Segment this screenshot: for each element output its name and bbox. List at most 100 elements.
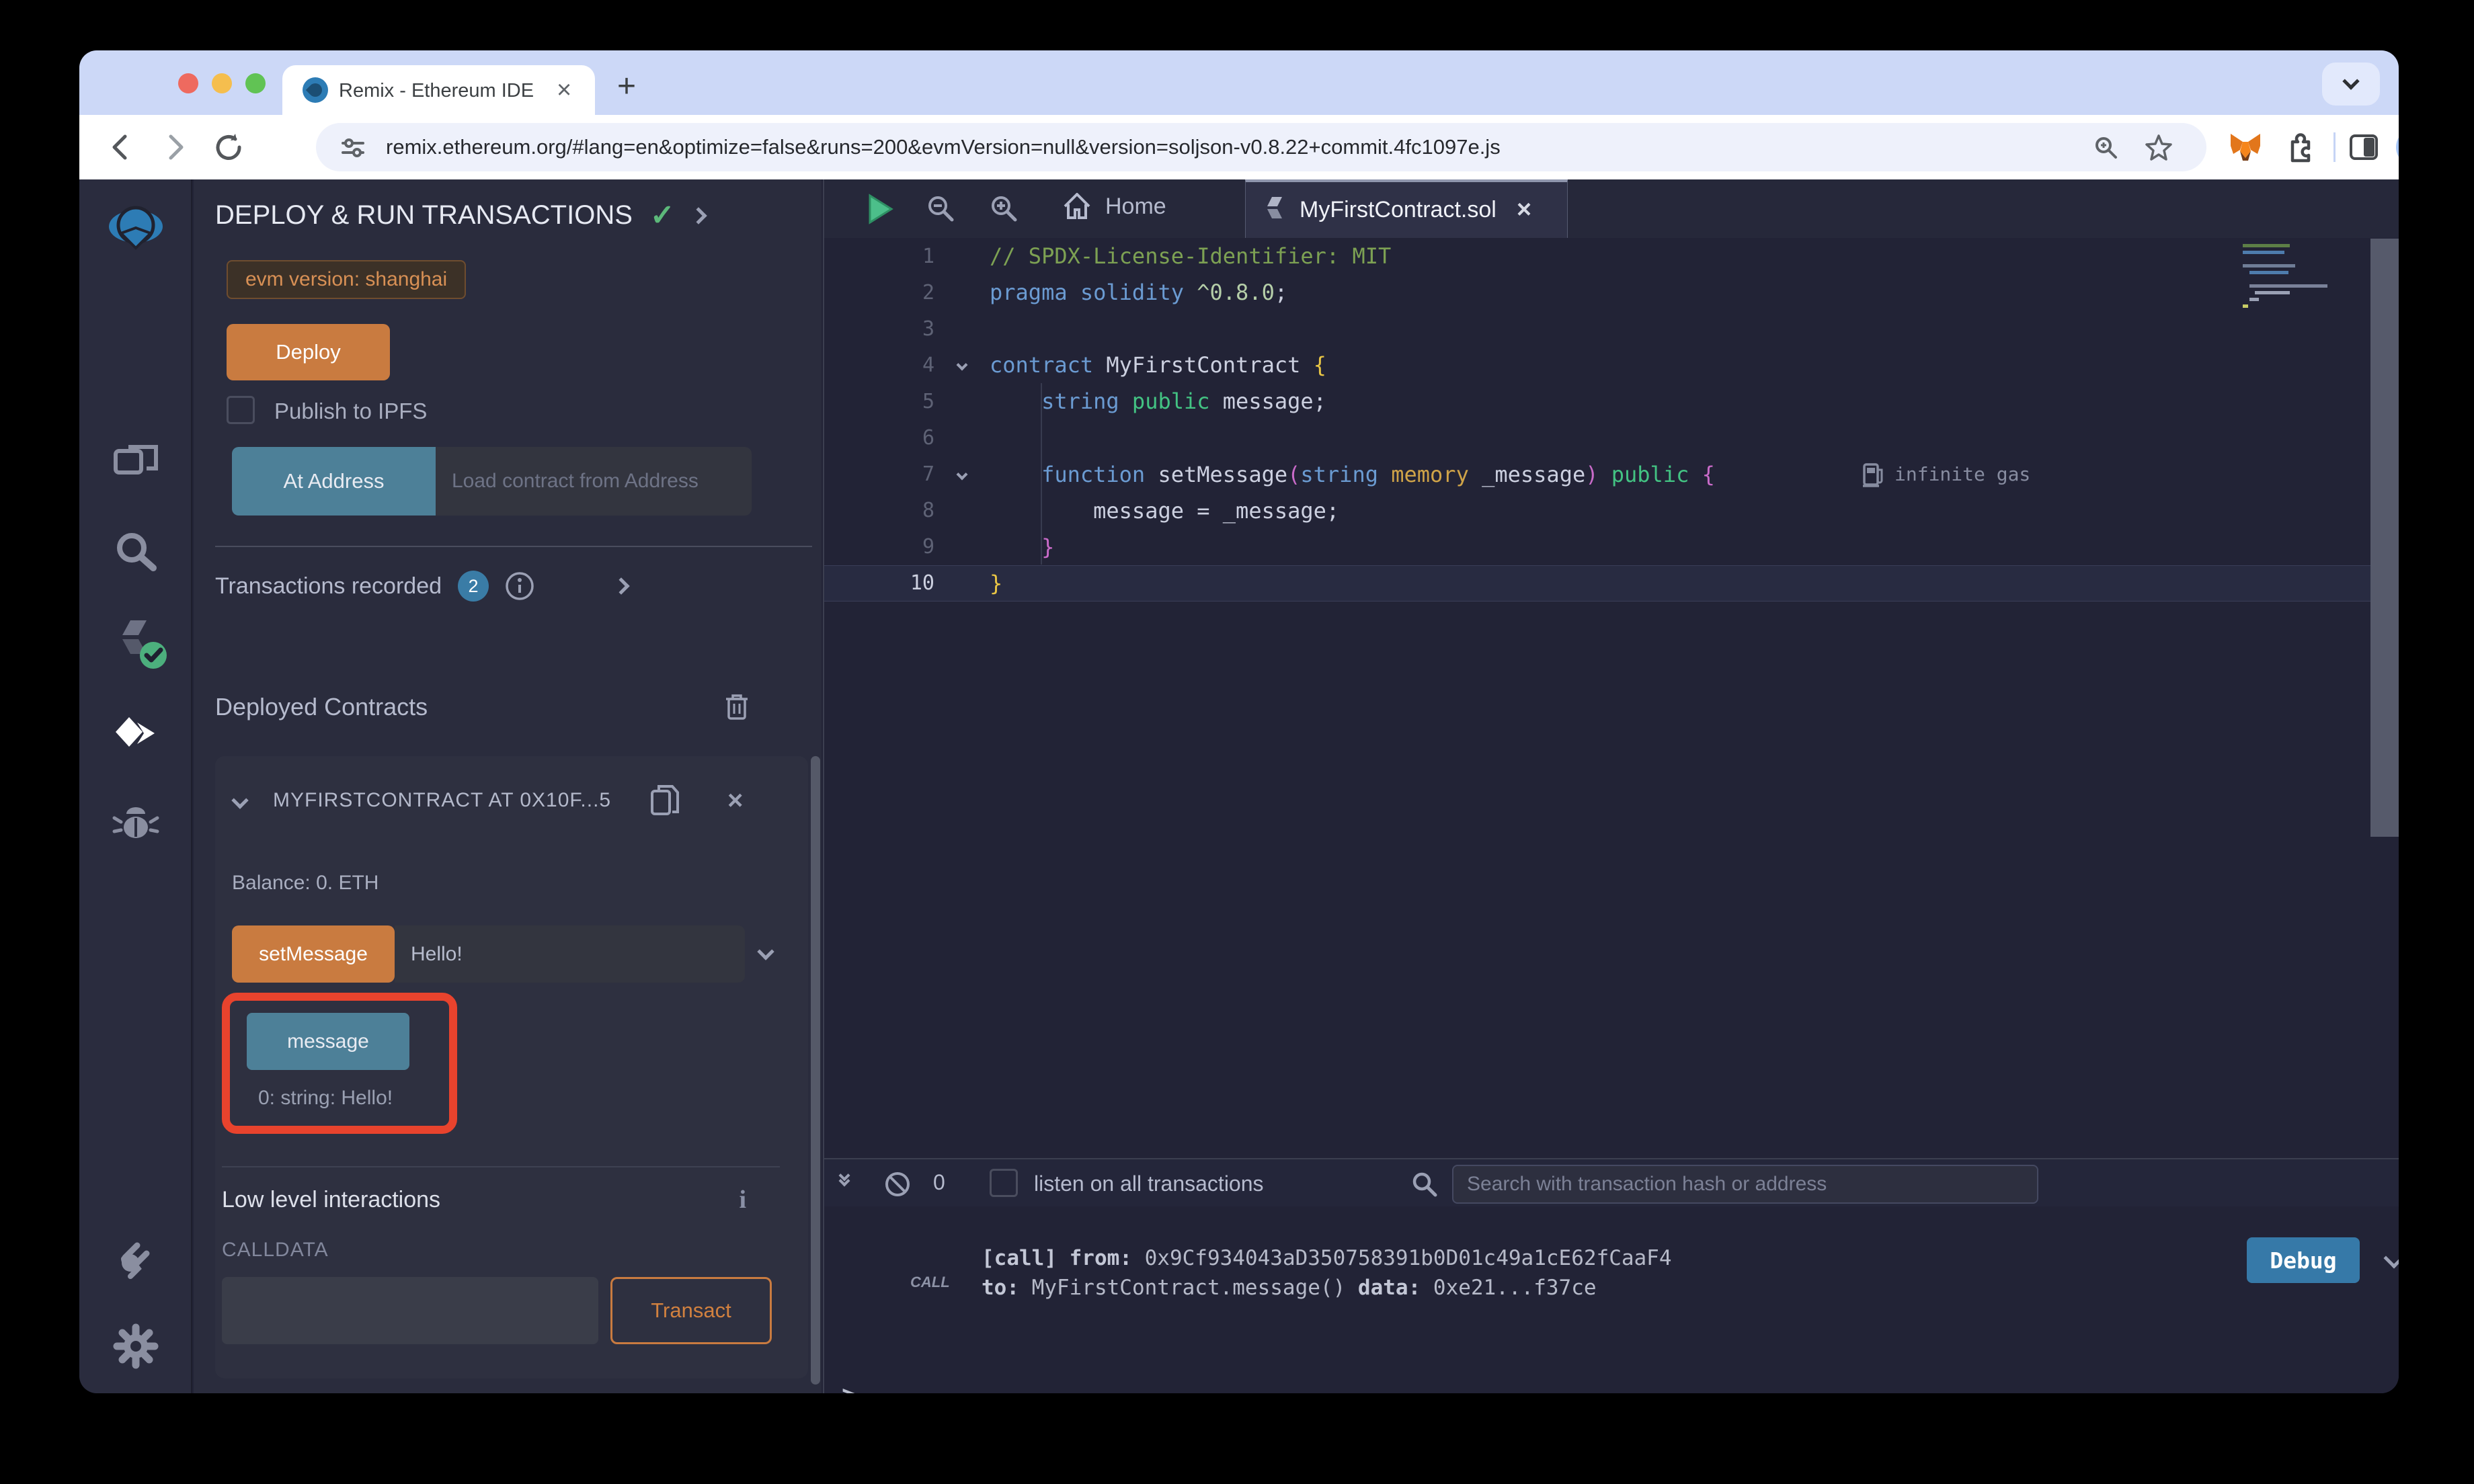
- file-explorer-icon[interactable]: [110, 438, 161, 489]
- set-message-input[interactable]: Hello!: [395, 925, 745, 983]
- solidity-compiler-icon[interactable]: [110, 614, 172, 675]
- solidity-file-icon: [1266, 196, 1286, 225]
- success-check-icon: ✓: [650, 198, 675, 233]
- code-editor[interactable]: 1// SPDX-License-Identifier: MIT2pragma …: [823, 238, 2399, 1208]
- at-address-button[interactable]: At Address: [232, 447, 436, 516]
- calldata-label: CALLDATA: [222, 1239, 329, 1262]
- copy-icon[interactable]: [649, 783, 680, 818]
- code-line-4[interactable]: 4contract MyFirstContract {: [824, 347, 2399, 383]
- deployed-contract-card: MYFIRSTCONTRACT AT 0X10F...5 × Balance: …: [215, 756, 808, 1378]
- set-message-button[interactable]: setMessage: [232, 925, 395, 983]
- browser-tab[interactable]: Remix - Ethereum IDE ×: [282, 65, 595, 115]
- browser-window: Remix - Ethereum IDE × + remix.ethereum.…: [79, 50, 2399, 1393]
- code-line-1[interactable]: 1// SPDX-License-Identifier: MIT: [824, 238, 2399, 274]
- code-line-7[interactable]: 7 function setMessage(string memory _mes…: [824, 456, 2399, 493]
- code-line-5[interactable]: 5 string public message;: [824, 383, 2399, 419]
- forward-icon[interactable]: [157, 130, 192, 165]
- tab-myfirstcontract[interactable]: MyFirstContract.sol ×: [1245, 179, 1568, 238]
- publish-ipfs-label: Publish to IPFS: [274, 399, 427, 424]
- tx-expand-icon[interactable]: [612, 577, 629, 594]
- new-tab-button[interactable]: +: [617, 68, 636, 105]
- url-bar[interactable]: remix.ethereum.org/#lang=en&optimize=fal…: [316, 123, 2206, 171]
- gas-pump-icon: [1862, 460, 1885, 487]
- info-icon[interactable]: [505, 571, 534, 601]
- zoom-out-icon[interactable]: [925, 193, 956, 224]
- close-file-tab-icon[interactable]: ×: [1517, 196, 1531, 224]
- low-level-info-icon[interactable]: i: [739, 1185, 746, 1214]
- toolbar-divider: [2333, 132, 2336, 162]
- maximize-window-button[interactable]: [245, 73, 266, 93]
- debugger-icon[interactable]: [110, 799, 161, 850]
- settings-gear-icon[interactable]: [110, 1321, 161, 1372]
- transact-button[interactable]: Transact: [610, 1277, 772, 1344]
- message-button[interactable]: message: [247, 1013, 409, 1070]
- zoom-in-icon[interactable]: [988, 193, 1019, 224]
- tx-listen-count: 0: [933, 1170, 945, 1195]
- tab-search-button[interactable]: [2322, 63, 2380, 106]
- code-line-9[interactable]: 9 }: [824, 529, 2399, 565]
- trash-icon[interactable]: [723, 692, 750, 722]
- plugin-manager-icon[interactable]: [110, 1231, 161, 1282]
- bookmark-star-icon[interactable]: [2143, 132, 2174, 163]
- reload-icon[interactable]: [211, 130, 246, 165]
- code-line-6[interactable]: 6: [824, 419, 2399, 456]
- at-address-input[interactable]: Load contract from Address: [436, 447, 752, 516]
- code-line-10[interactable]: 10}: [824, 565, 2399, 602]
- browser-toolbar: remix.ethereum.org/#lang=en&optimize=fal…: [79, 115, 2399, 179]
- back-icon[interactable]: [104, 130, 138, 165]
- profile-avatar[interactable]: [2396, 128, 2399, 166]
- collapse-contract-icon[interactable]: [231, 792, 248, 809]
- tutorial-highlight-box: message 0: string: Hello!: [222, 993, 457, 1134]
- minimap[interactable]: [2243, 244, 2368, 325]
- side-panel-icon[interactable]: [2348, 131, 2380, 163]
- deploy-run-icon[interactable]: [110, 712, 161, 763]
- tab-file-label: MyFirstContract.sol: [1300, 197, 1497, 223]
- calldata-input[interactable]: [222, 1277, 598, 1344]
- fold-icon: [957, 360, 968, 371]
- low-level-title: Low level interactions: [222, 1187, 440, 1213]
- code-line-2[interactable]: 2pragma solidity ^0.8.0;: [824, 274, 2399, 311]
- panel-expand-icon[interactable]: [690, 207, 707, 224]
- contract-header-row[interactable]: MYFIRSTCONTRACT AT 0X10F...5 ×: [234, 783, 789, 818]
- collapse-terminal-icon[interactable]: [840, 1171, 848, 1185]
- message-output: 0: string: Hello!: [258, 1087, 393, 1110]
- home-icon: [1061, 190, 1093, 222]
- minimize-window-button[interactable]: [212, 73, 232, 93]
- editor-scrollbar[interactable]: [2370, 239, 2399, 837]
- remove-contract-icon[interactable]: ×: [727, 786, 743, 816]
- url-text: remix.ethereum.org/#lang=en&optimize=fal…: [386, 135, 1501, 159]
- log-expand-icon[interactable]: [2383, 1247, 2399, 1268]
- debug-button[interactable]: Debug: [2247, 1237, 2360, 1283]
- deploy-run-panel: DEPLOY & RUN TRANSACTIONS ✓ evm version:…: [194, 179, 822, 1393]
- extensions-icon[interactable]: [2283, 130, 2317, 163]
- run-script-icon[interactable]: [866, 193, 895, 225]
- deploy-button[interactable]: Deploy: [227, 324, 390, 380]
- search-icon[interactable]: [110, 526, 161, 577]
- person-icon: [2396, 128, 2399, 166]
- remix-favicon-icon: [303, 77, 328, 103]
- set-message-expand-icon[interactable]: [757, 943, 774, 960]
- log-line-2[interactable]: to: MyFirstContract.message() data: 0xe2…: [982, 1273, 1672, 1303]
- listen-all-checkbox[interactable]: [990, 1169, 1018, 1197]
- site-settings-icon[interactable]: [339, 134, 367, 162]
- gas-annotation: infinite gas: [1862, 460, 2030, 487]
- terminal-search-input[interactable]: [1452, 1165, 2038, 1204]
- terminal-search-icon: [1410, 1170, 1439, 1198]
- code-line-3[interactable]: 3: [824, 311, 2399, 347]
- terminal-toolbar: 0 listen on all transactions: [823, 1158, 2399, 1206]
- terminal-prompt[interactable]: >: [842, 1380, 857, 1393]
- publish-ipfs-checkbox[interactable]: [227, 396, 255, 424]
- tab-home[interactable]: Home: [1061, 190, 1166, 222]
- panel-title: DEPLOY & RUN TRANSACTIONS: [215, 200, 633, 231]
- fold-icon: [957, 468, 968, 480]
- clear-console-icon[interactable]: [883, 1170, 912, 1198]
- metamask-icon[interactable]: [2228, 131, 2263, 163]
- zoom-icon[interactable]: [2092, 134, 2120, 162]
- panel-scrollbar[interactable]: [811, 756, 820, 1385]
- code-line-8[interactable]: 8 message = _message;: [824, 493, 2399, 529]
- tab-home-label: Home: [1105, 194, 1166, 220]
- close-window-button[interactable]: [178, 73, 198, 93]
- terminal-log: CALL [call] from: 0x9Cf934043aD350758391…: [823, 1206, 2399, 1393]
- close-tab-icon[interactable]: ×: [557, 76, 571, 105]
- log-line-1[interactable]: [call] from: 0x9Cf934043aD350758391b0D01…: [982, 1243, 1672, 1273]
